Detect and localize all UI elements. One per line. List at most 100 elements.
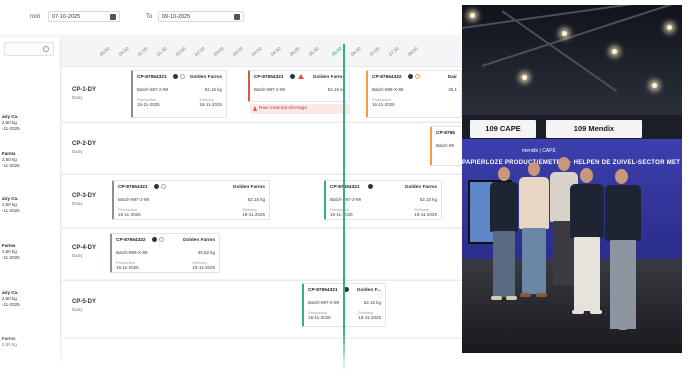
lane-id: CP-2-DY xyxy=(72,141,97,147)
card-client: Dair xyxy=(447,75,457,80)
list-item[interactable]: airy Co. 2,50 kg -11-2025 xyxy=(2,114,20,132)
list-item-date: -11-2025 xyxy=(2,255,20,260)
search-icon[interactable] xyxy=(43,46,49,52)
card-production-date: 16-11-2025 xyxy=(372,102,395,107)
status-icon xyxy=(159,237,164,242)
card-batch: Batch-987-2-99 xyxy=(254,87,286,92)
list-item[interactable]: airy Co. 2,50 kg -11-2025 xyxy=(2,196,20,214)
warning-icon xyxy=(298,74,304,79)
card-batch: Batch-98 xyxy=(436,143,455,148)
search-input[interactable] xyxy=(4,42,54,56)
card-client: Golden Farms xyxy=(182,238,215,243)
list-item-weight: 2,50 kg xyxy=(2,249,17,254)
lane-title: CP-4-DY Dairy xyxy=(72,245,96,259)
time-tick: 07:30 xyxy=(387,45,400,57)
time-tick: 03:30 xyxy=(231,45,244,57)
lane-type: Dairy xyxy=(72,253,83,258)
card-batch: Batch-989-X-98 xyxy=(372,87,404,92)
composite-image: rom 07-10-2025 To 09-10-2025 airy Co. 2,… xyxy=(0,0,690,370)
time-tick: 00:00 xyxy=(98,45,111,57)
card-delivery-date: 18-11-2025 xyxy=(358,315,381,320)
card-weight: 52,15 kg xyxy=(419,197,437,202)
card-weight: 36,52 kg xyxy=(197,250,215,255)
lane-id: CP-1-DY xyxy=(72,87,97,93)
card-order-id: CP-87654321 xyxy=(118,185,148,190)
order-list-panel: airy Co. 2,50 kg -11-2025 Farms 2,50 kg … xyxy=(0,38,61,370)
card-production-date: 15-11-2025 xyxy=(137,102,160,107)
time-tick: 06:30 xyxy=(349,45,362,57)
list-item-date: -11-2025 xyxy=(2,208,20,213)
card-client: Golden Farms xyxy=(312,75,345,80)
info-icon[interactable] xyxy=(173,74,178,79)
card-order-id: CP-8765 xyxy=(436,131,455,136)
lane-title: CP-5-DY Dairy xyxy=(72,299,96,313)
card-weight: 52,15 kg xyxy=(247,197,265,202)
lane-type: Dairy xyxy=(72,201,83,206)
bottom-fade xyxy=(0,330,462,370)
card-client: Golden Farms xyxy=(189,75,222,80)
lane-cp-2-dy: CP-2-DY Dairy xyxy=(62,122,462,173)
time-tick-current: 06:00 xyxy=(330,45,343,57)
from-date-value: 07-10-2025 xyxy=(52,14,81,20)
card-weight: 52,15 kg xyxy=(204,87,222,92)
card-batch: Batch-987-2-99 xyxy=(118,197,150,202)
time-tick: 01:00 xyxy=(136,45,149,57)
lane-title: CP-3-DY Dairy xyxy=(72,193,96,207)
card-production-date: 15-11-2025 xyxy=(118,212,141,217)
ceiling-lamp xyxy=(522,75,527,80)
card-order-id: CP-87654321 xyxy=(308,288,338,293)
lane-id: CP-3-DY xyxy=(72,193,97,199)
card-delivery-date: 18-11-2025 xyxy=(242,212,265,217)
order-card[interactable]: CP-87654321 Golden Farms Batch-987-2-99 … xyxy=(248,70,350,102)
ceiling-lamp xyxy=(470,13,475,18)
order-card[interactable]: CP-8765 Batch-98 xyxy=(430,126,462,166)
booth-logos: mendix | CAPE xyxy=(522,148,556,154)
list-item[interactable]: Farms 2,50 kg -11-2025 xyxy=(2,151,20,169)
card-client: Golden Farms xyxy=(232,185,265,190)
time-tick: 01:30 xyxy=(155,45,168,57)
from-label: rom xyxy=(30,14,41,20)
ceiling-lamp xyxy=(667,25,672,30)
card-delivery-date: 18-11-2025 xyxy=(414,212,437,217)
lane-title: CP-2-DY Dairy xyxy=(72,141,96,155)
list-item-weight: 2,50 kg xyxy=(2,120,17,125)
calendar-icon[interactable] xyxy=(234,14,240,20)
info-icon[interactable] xyxy=(408,74,413,79)
order-card[interactable]: CP-87654322 Dair Batch-989-X-98 36,1 Pro… xyxy=(366,70,462,118)
time-tick: 05:30 xyxy=(307,45,320,57)
from-date-input[interactable]: 07-10-2025 xyxy=(48,11,120,22)
list-item[interactable]: Farms 2,50 kg -11-2025 xyxy=(2,243,20,261)
card-order-id: CP-87654321 xyxy=(254,75,284,80)
calendar-icon[interactable] xyxy=(110,14,116,20)
list-item-date: -11-2025 xyxy=(2,302,20,307)
order-card[interactable]: CP-87654322 Golden Farms Batch-989-X-98 … xyxy=(110,233,220,273)
card-weight: 36,1 xyxy=(448,87,457,92)
list-item-name: airy Co. xyxy=(2,114,19,119)
info-icon[interactable] xyxy=(290,74,295,79)
info-icon[interactable] xyxy=(152,237,157,242)
ceiling-lamp xyxy=(652,83,657,88)
card-order-id: CP-87654321 xyxy=(137,75,167,80)
list-item-date: -11-2025 xyxy=(2,163,20,168)
list-item-name: airy Co. xyxy=(2,196,19,201)
order-card[interactable]: CP-87654321 Golden Farms Batch-987-2-99 … xyxy=(324,180,442,220)
lane-title: CP-1-DY Dairy xyxy=(72,87,96,101)
to-date-value: 09-10-2025 xyxy=(162,14,191,20)
lane-type: Dairy xyxy=(72,307,83,312)
filter-bar: rom 07-10-2025 To 09-10-2025 xyxy=(0,0,462,34)
material-alert: Raw material shortage xyxy=(250,104,350,114)
ceiling-lamp xyxy=(562,31,567,36)
order-card[interactable]: CP-87654321 Golden Farms Batch-987-2-99 … xyxy=(131,70,227,118)
time-tick: 08:00 xyxy=(406,45,419,57)
list-item-name: Farms xyxy=(2,151,16,156)
status-icon xyxy=(415,74,420,79)
to-date-input[interactable]: 09-10-2025 xyxy=(158,11,244,22)
list-item-date: -11-2025 xyxy=(2,126,20,131)
order-card[interactable]: CP-87654321 Golden Farms Batch-987-2-99 … xyxy=(112,180,270,220)
info-icon[interactable] xyxy=(154,184,159,189)
info-icon[interactable] xyxy=(368,184,373,189)
list-item-weight: 2,50 kg xyxy=(2,157,17,162)
list-item[interactable]: airy Co. 2,50 kg -11-2025 xyxy=(2,290,20,308)
planning-app-screenshot: rom 07-10-2025 To 09-10-2025 airy Co. 2,… xyxy=(0,0,462,370)
card-order-id: CP-87654322 xyxy=(116,238,146,243)
